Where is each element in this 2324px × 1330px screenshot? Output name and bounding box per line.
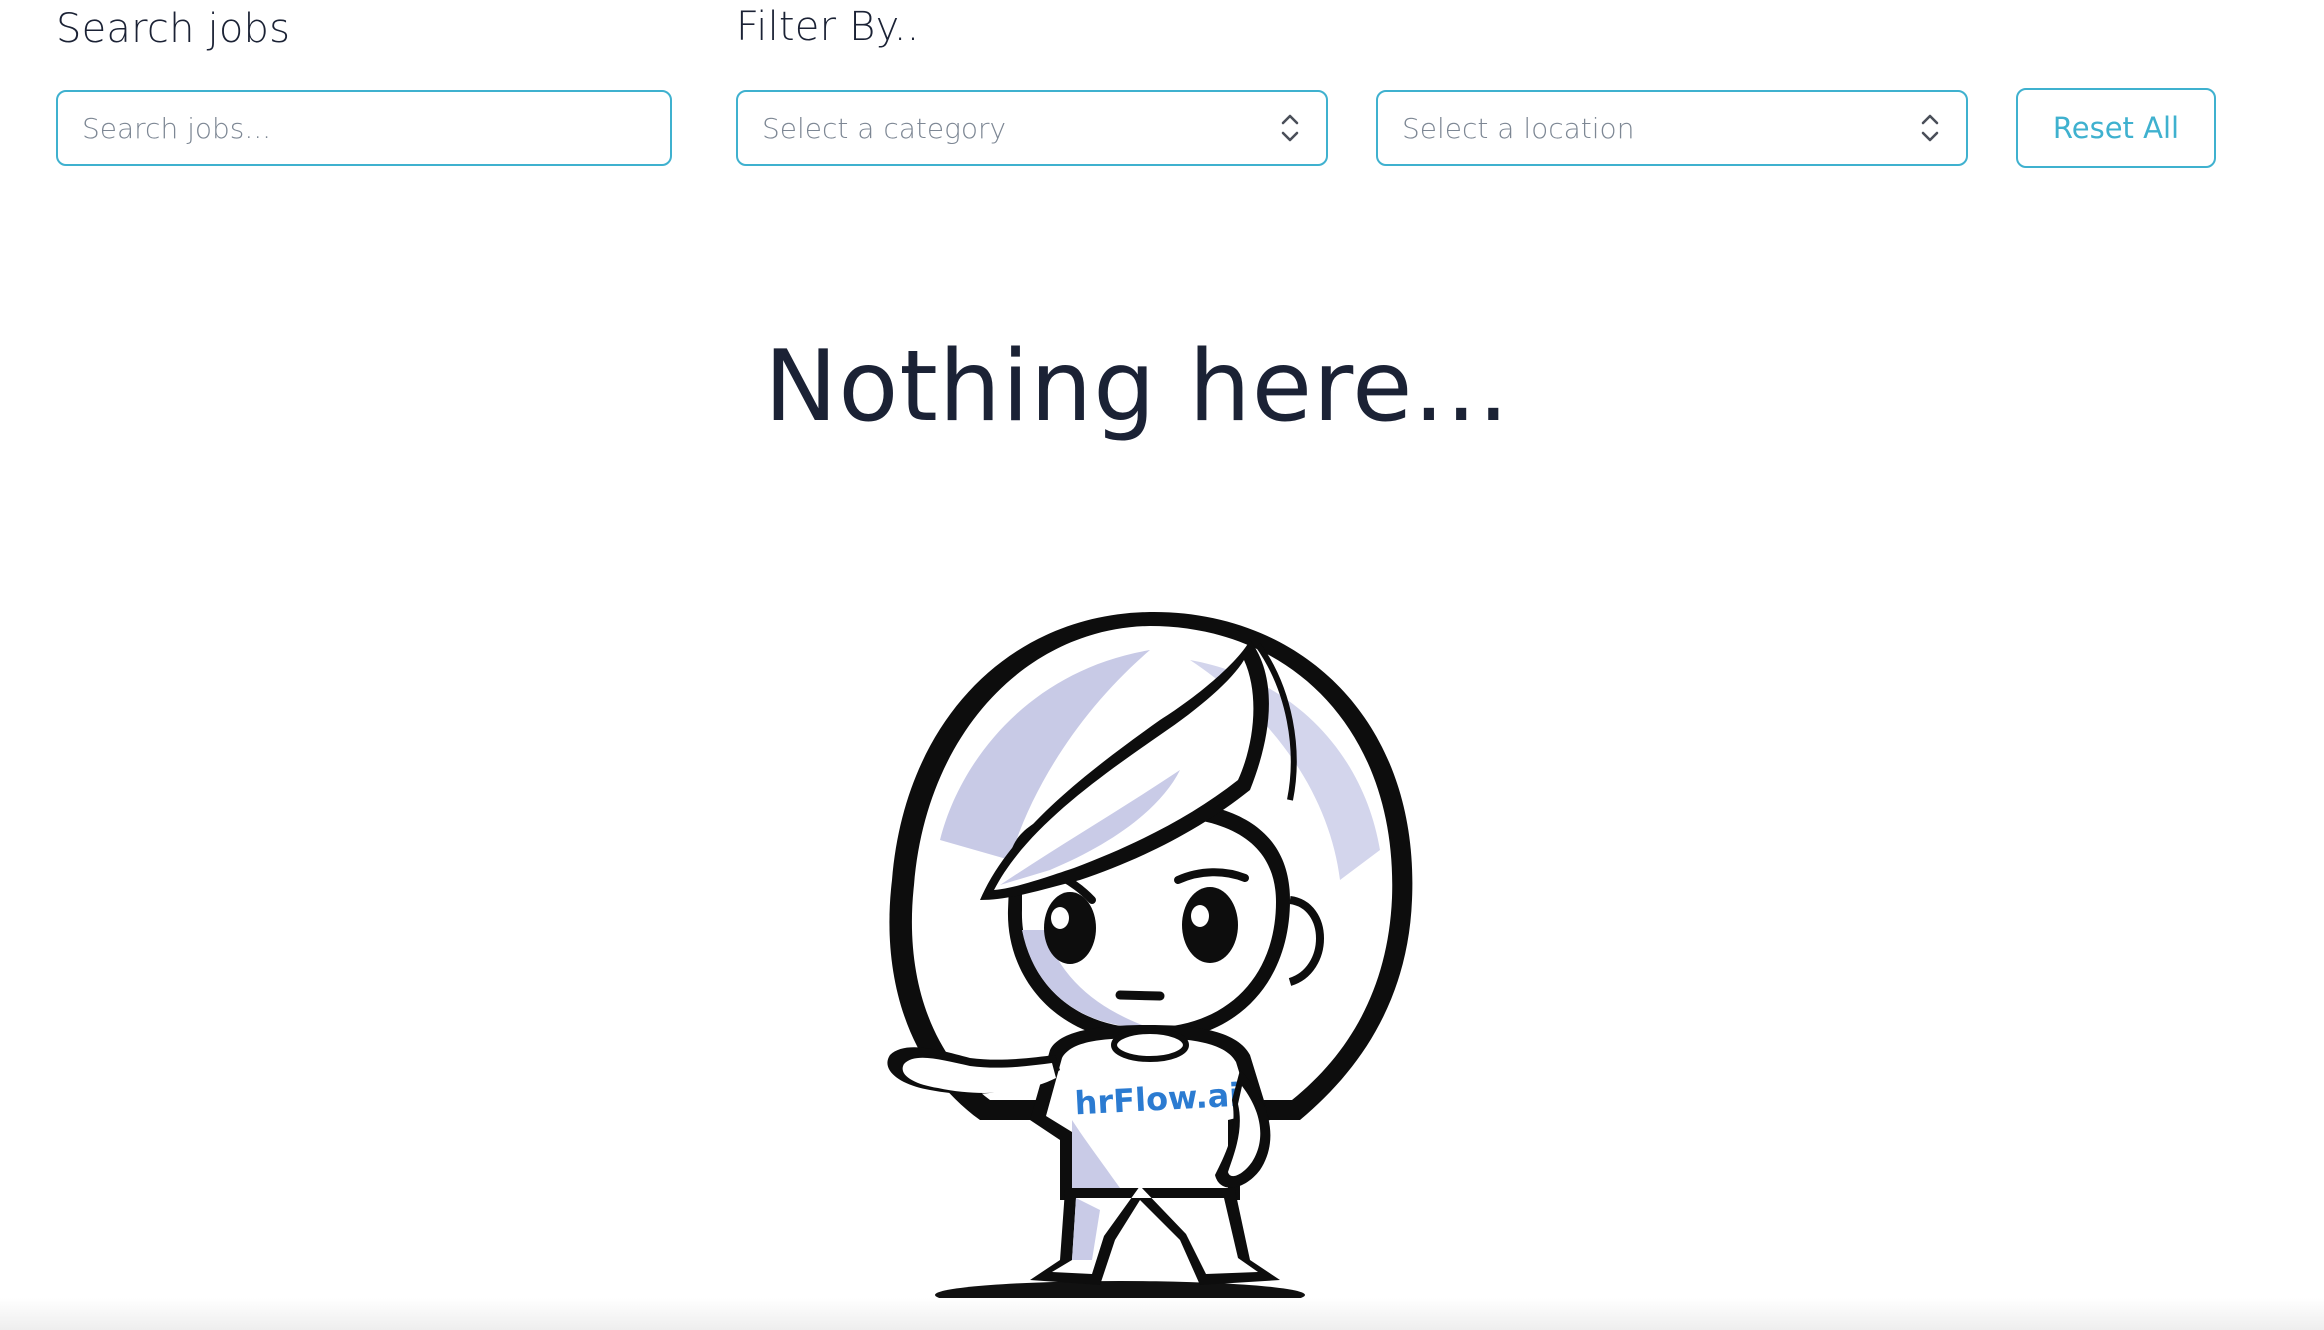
reset-all-button[interactable]: Reset All (2016, 88, 2216, 168)
category-select[interactable]: Select a category (736, 90, 1328, 166)
empty-state-title: Nothing here... (764, 330, 1510, 444)
chevron-updown-icon (1281, 114, 1299, 142)
location-placeholder: Select a location (1402, 111, 1635, 145)
location-select[interactable]: Select a location (1376, 90, 1968, 166)
category-placeholder: Select a category (762, 111, 1007, 145)
chevron-updown-icon (1921, 114, 1939, 142)
mascot-illustration: hrFlow.ai (887, 611, 1413, 1309)
filter-label: Filter By.. (736, 4, 920, 50)
legs (1030, 1186, 1280, 1285)
bottom-scroll-shade (0, 1298, 2324, 1330)
search-placeholder: Search jobs... (82, 111, 272, 145)
search-input[interactable]: Search jobs... (56, 90, 672, 166)
job-search-page: Search jobs Search jobs... Filter By.. S… (0, 0, 2324, 1330)
search-label: Search jobs (56, 6, 291, 52)
